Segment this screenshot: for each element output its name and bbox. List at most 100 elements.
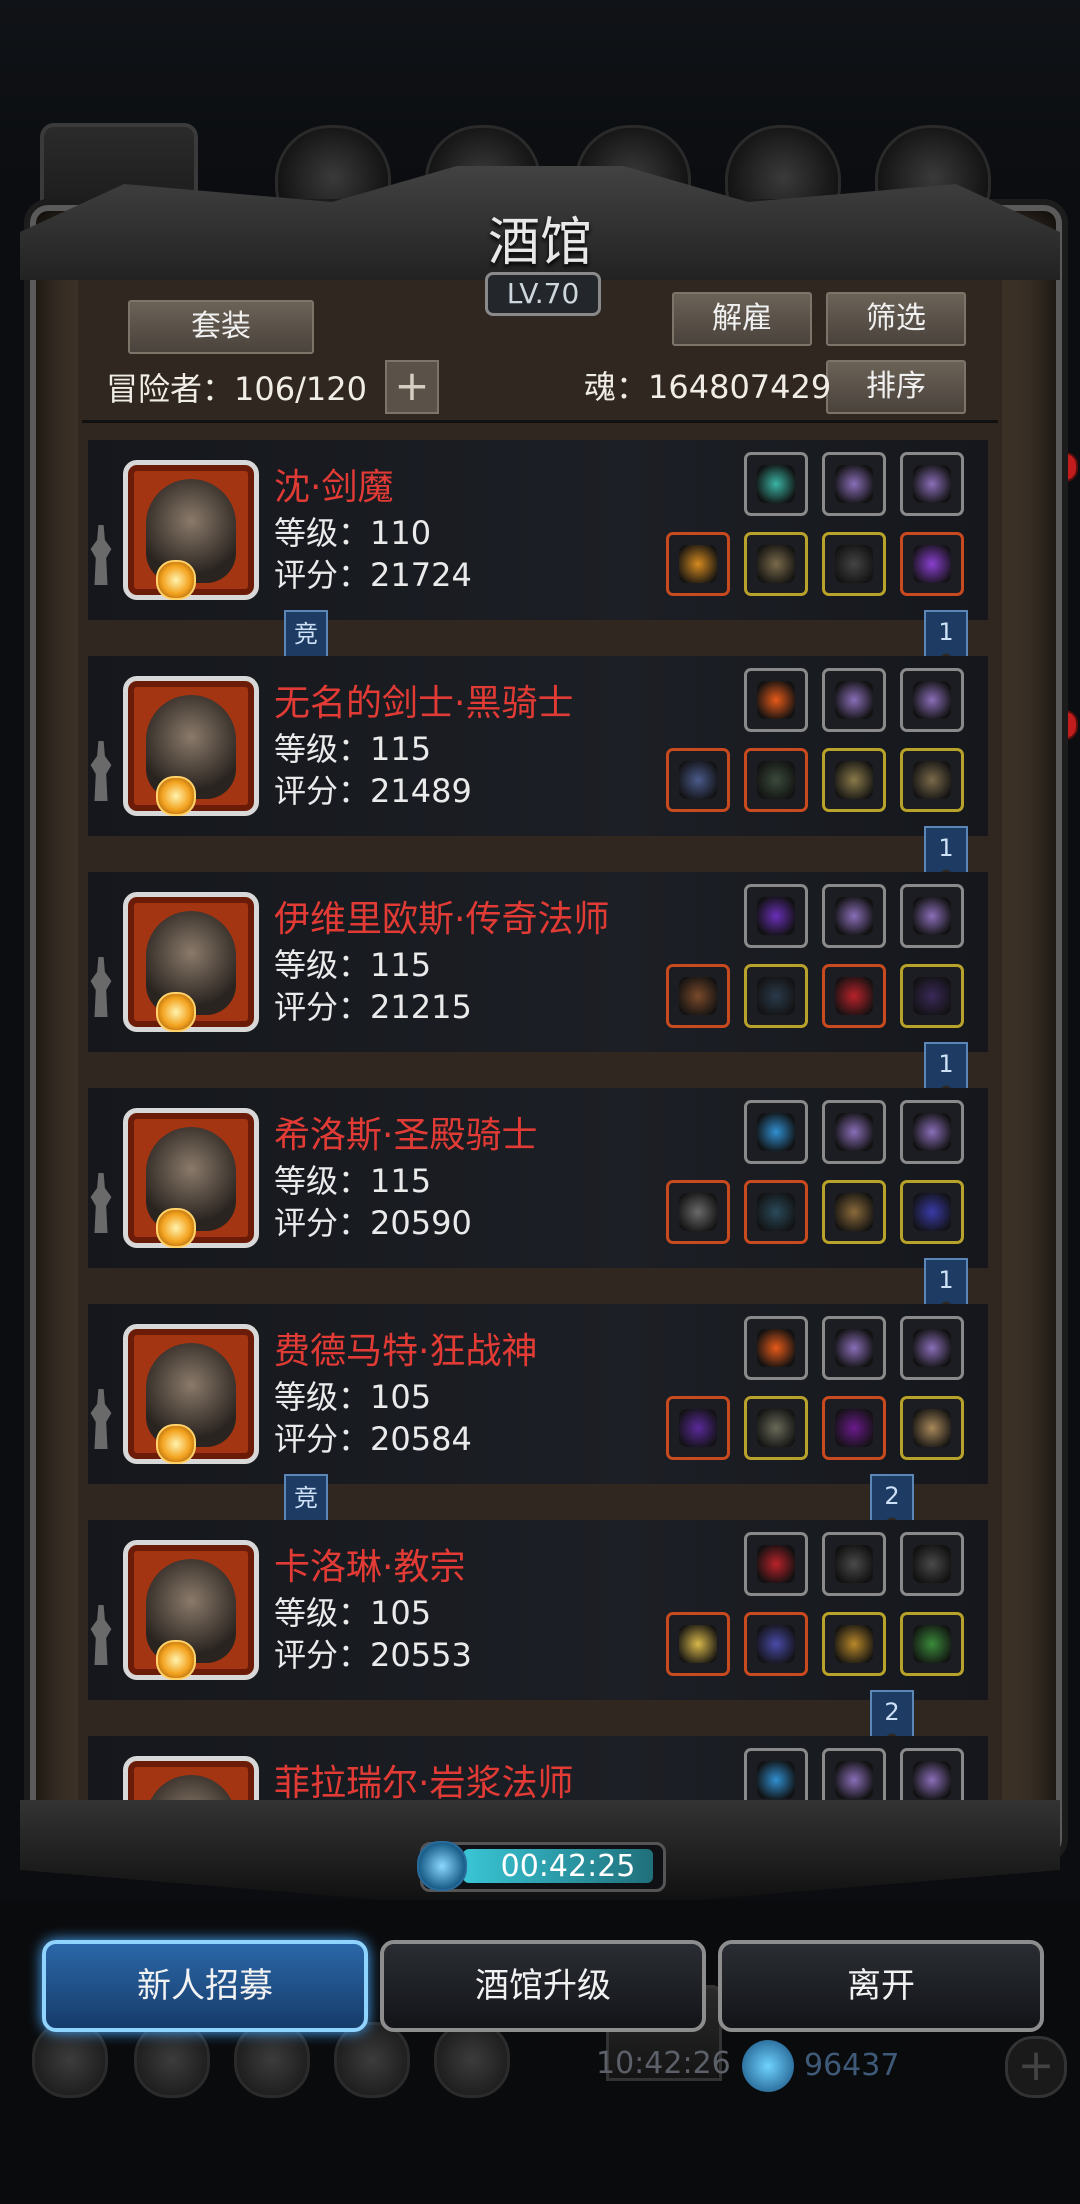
shield-icon	[835, 1625, 873, 1663]
rune-water-icon	[757, 1113, 795, 1151]
equip-slot[interactable]	[666, 964, 730, 1028]
equip-slot[interactable]	[900, 1612, 964, 1676]
hero-name: 希洛斯·圣殿骑士	[274, 1115, 538, 1156]
equip-slot[interactable]	[822, 532, 886, 596]
lock-figure-icon	[90, 525, 112, 585]
armor-icon	[757, 761, 795, 799]
star-badge-icon	[156, 1208, 196, 1248]
recruit-timer: 00:42:25	[417, 1841, 666, 1892]
rune-water-icon	[757, 1761, 795, 1799]
star-badge-icon	[156, 1640, 196, 1680]
boots-icon	[913, 1193, 951, 1231]
hero-card[interactable]: 无名的剑士·黑骑士 等级：115 评分：21489	[88, 656, 988, 836]
rune-slot[interactable]	[822, 1532, 886, 1596]
equip-slot[interactable]	[822, 1612, 886, 1676]
equip-slot[interactable]	[900, 532, 964, 596]
rune-slot[interactable]	[822, 668, 886, 732]
hero-name: 费德马特·狂战神	[274, 1331, 538, 1372]
equip-slot[interactable]	[744, 748, 808, 812]
lock-figure-icon	[90, 1605, 112, 1665]
upgrade-tavern-button[interactable]: 酒馆升级	[380, 1940, 706, 2032]
equip-slot[interactable]	[666, 1396, 730, 1460]
hero-score: 评分：20553	[274, 1636, 472, 1674]
hero-card[interactable]: 沈·剑魔 等级：110 评分：21724	[88, 440, 988, 620]
page-title: 酒馆	[487, 213, 592, 273]
hero-card[interactable]: 希洛斯·圣殿骑士 等级：115 评分：20590	[88, 1088, 988, 1268]
rune-slot[interactable]	[744, 1532, 808, 1596]
equip-slot[interactable]	[666, 532, 730, 596]
lock-figure-icon	[90, 1389, 112, 1449]
arena-tag: 竞	[284, 1474, 328, 1524]
rune-slot[interactable]	[822, 1100, 886, 1164]
rune-slot[interactable]	[744, 884, 808, 948]
nav-hero-icon[interactable]	[134, 2022, 210, 2098]
equip-slot[interactable]	[822, 964, 886, 1028]
equip-slot[interactable]	[666, 1180, 730, 1244]
equip-slot[interactable]	[900, 1396, 964, 1460]
dismiss-button[interactable]: 解雇	[672, 292, 812, 346]
robe-icon	[757, 977, 795, 1015]
rune-slot[interactable]	[900, 452, 964, 516]
rune-slot[interactable]	[744, 452, 808, 516]
filter-button[interactable]: 筛选	[826, 292, 966, 346]
rune-slot[interactable]	[900, 1532, 964, 1596]
equip-slot[interactable]	[744, 1180, 808, 1244]
equip-slot[interactable]	[822, 1396, 886, 1460]
bracer-icon	[913, 1409, 951, 1447]
star-badge-icon	[156, 776, 196, 816]
rune-slot[interactable]	[822, 884, 886, 948]
rune-slot[interactable]	[744, 668, 808, 732]
rune-crystal-icon	[913, 1113, 951, 1151]
recruit-button[interactable]: 新人招募	[42, 1940, 368, 2032]
nav-shop-icon[interactable]	[434, 2022, 510, 2098]
gloves-icon	[913, 761, 951, 799]
nav-guild-icon[interactable]	[234, 2022, 310, 2098]
equip-slot[interactable]	[666, 748, 730, 812]
rune-slot[interactable]	[900, 1316, 964, 1380]
pendant-icon	[835, 1409, 873, 1447]
equip-slot[interactable]	[900, 1180, 964, 1244]
rune-slot[interactable]	[744, 1100, 808, 1164]
armor-icon	[757, 1409, 795, 1447]
arena-tag: 竞	[284, 610, 328, 660]
hero-name: 伊维里欧斯·传奇法师	[274, 899, 610, 940]
hammer-icon	[679, 1625, 717, 1663]
rune-slot[interactable]	[822, 1316, 886, 1380]
add-gem-button[interactable]: +	[1005, 2036, 1067, 2098]
equip-slot[interactable]	[744, 532, 808, 596]
hero-name: 卡洛琳·教宗	[274, 1547, 466, 1588]
sort-button[interactable]: 排序	[826, 360, 966, 414]
rune-slot[interactable]	[744, 1316, 808, 1380]
rune-slot[interactable]	[900, 884, 964, 948]
rune-crystal-icon	[913, 1329, 951, 1367]
armor-icon	[757, 545, 795, 583]
glove-icon	[913, 1545, 951, 1583]
hero-card[interactable]: 伊维里欧斯·传奇法师 等级：115 评分：21215	[88, 872, 988, 1052]
rune-slot[interactable]	[900, 668, 964, 732]
equip-slot[interactable]	[744, 964, 808, 1028]
equip-slot[interactable]	[900, 748, 964, 812]
hero-level: 等级：110	[274, 514, 432, 552]
hero-card[interactable]: 费德马特·狂战神 等级：105 评分：20584	[88, 1304, 988, 1484]
hero-level: 等级：105	[274, 1594, 432, 1632]
leave-button[interactable]: 离开	[718, 1940, 1044, 2032]
lock-figure-icon	[90, 1173, 112, 1233]
hero-level: 等级：115	[274, 1162, 432, 1200]
hero-list[interactable]: 沈·剑魔 等级：110 评分：21724 竞 1 无名的剑士·黑骑士 等级：11…	[84, 440, 996, 1815]
hero-card[interactable]: 卡洛琳·教宗 等级：105 评分：20553	[88, 1520, 988, 1700]
rune-crystal-icon	[835, 1113, 873, 1151]
lock-figure-icon	[90, 957, 112, 1017]
add-capacity-button[interactable]: +	[385, 360, 439, 414]
nav-settings-icon[interactable]	[32, 2022, 108, 2098]
equip-slot[interactable]	[822, 1180, 886, 1244]
rune-slot[interactable]	[822, 452, 886, 516]
nav-mail-icon[interactable]	[334, 2022, 410, 2098]
set-button[interactable]: 套装	[128, 300, 314, 354]
equip-slot[interactable]	[744, 1396, 808, 1460]
rune-slot[interactable]	[900, 1100, 964, 1164]
equip-slot[interactable]	[822, 748, 886, 812]
equip-slot[interactable]	[900, 964, 964, 1028]
equip-slot[interactable]	[666, 1612, 730, 1676]
equip-slot[interactable]	[744, 1612, 808, 1676]
rune-crystal-icon	[913, 681, 951, 719]
